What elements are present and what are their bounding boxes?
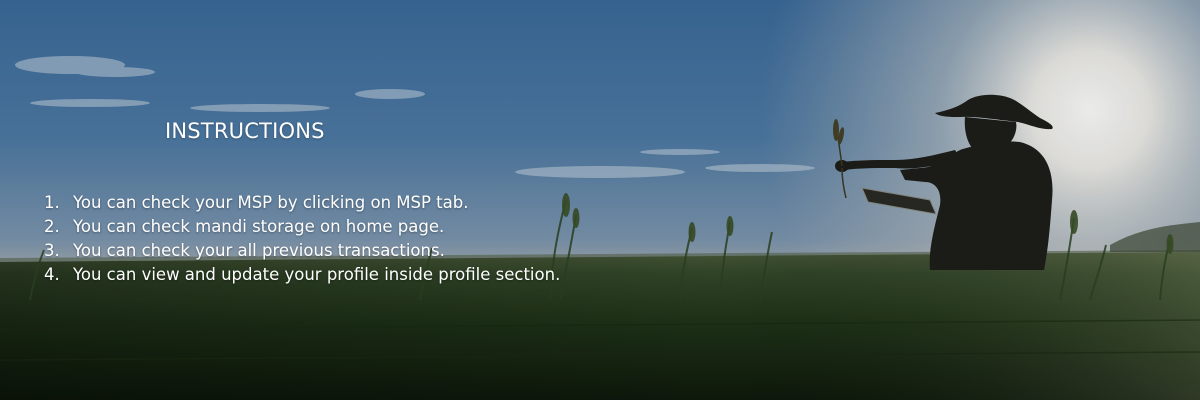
- instructions-title: INSTRUCTIONS: [165, 119, 325, 143]
- instruction-number: 2.: [44, 217, 60, 236]
- instruction-item: 2. You can check mandi storage on home p…: [44, 215, 560, 239]
- instruction-text: You can view and update your profile ins…: [73, 265, 561, 284]
- instructions-banner: INSTRUCTIONS 1. You can check your MSP b…: [0, 0, 1200, 400]
- instruction-item: 3. You can check your all previous trans…: [44, 239, 560, 263]
- instructions-list: 1. You can check your MSP by clicking on…: [44, 191, 560, 287]
- instruction-text: You can check your all previous transact…: [73, 241, 445, 260]
- instruction-number: 1.: [44, 193, 60, 212]
- instruction-item: 1. You can check your MSP by clicking on…: [44, 191, 560, 215]
- instruction-text: You can check mandi storage on home page…: [73, 217, 445, 236]
- instruction-item: 4. You can view and update your profile …: [44, 263, 560, 287]
- instruction-number: 3.: [44, 241, 60, 260]
- instruction-number: 4.: [44, 265, 60, 284]
- instruction-text: You can check your MSP by clicking on MS…: [73, 193, 469, 212]
